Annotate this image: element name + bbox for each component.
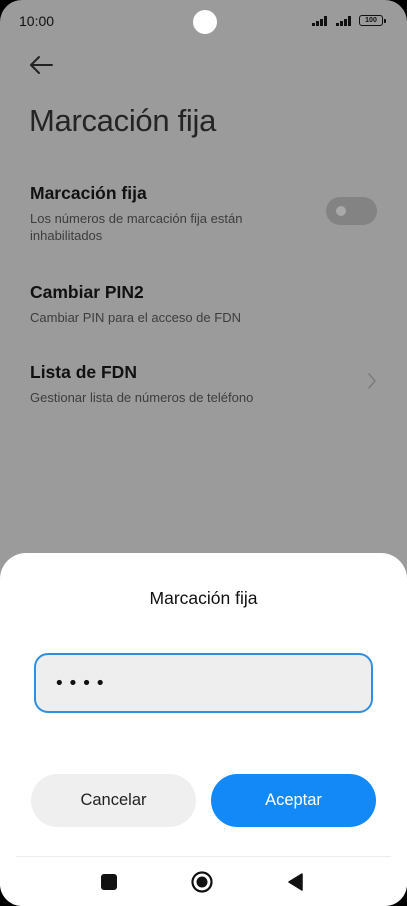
signal-icon	[312, 16, 327, 26]
setting-subtitle: Gestionar lista de números de teléfono	[30, 390, 254, 405]
nav-back-button[interactable]	[282, 869, 308, 895]
setting-title: Marcación fija	[30, 183, 147, 203]
nav-divider	[16, 856, 391, 857]
setting-title: Lista de FDN	[30, 362, 137, 382]
setting-fdn-list[interactable]: Lista de FDN Gestionar lista de números …	[30, 362, 377, 406]
page-title: Marcación fija	[29, 103, 217, 138]
phone-screen: 10:00 100 Marcación fija Marcación fija …	[0, 0, 407, 906]
toggle-knob	[336, 206, 346, 216]
setting-subtitle: Los números de marcación fija están inha…	[30, 211, 243, 243]
status-bar: 10:00 100	[0, 0, 407, 44]
recents-button[interactable]	[96, 869, 122, 895]
setting-subtitle: Cambiar PIN para el acceso de FDN	[30, 310, 241, 325]
status-time: 10:00	[19, 13, 55, 29]
accept-button[interactable]: Aceptar	[211, 774, 376, 827]
home-button[interactable]	[189, 869, 215, 895]
circle-icon	[191, 871, 213, 893]
setting-title: Cambiar PIN2	[30, 282, 144, 302]
fixed-dialing-toggle[interactable]	[326, 197, 377, 225]
signal-icon	[336, 16, 351, 26]
navigation-bar	[0, 869, 407, 895]
dialog-title: Marcación fija	[149, 588, 258, 608]
pin-input[interactable]	[34, 653, 373, 713]
setting-fixed-dialing[interactable]: Marcación fija Los números de marcación …	[30, 183, 307, 244]
front-camera	[193, 10, 217, 34]
cancel-button[interactable]: Cancelar	[31, 774, 196, 827]
setting-change-pin2[interactable]: Cambiar PIN2 Cambiar PIN para el acceso …	[30, 282, 377, 326]
battery-icon: 100	[359, 15, 386, 26]
triangle-icon	[288, 873, 303, 891]
pin-dialog: Marcación fija Cancelar Aceptar	[0, 553, 407, 906]
chevron-right-icon	[368, 373, 376, 389]
square-icon	[101, 874, 117, 890]
arrow-left-icon	[30, 56, 53, 74]
back-button[interactable]	[26, 52, 56, 78]
